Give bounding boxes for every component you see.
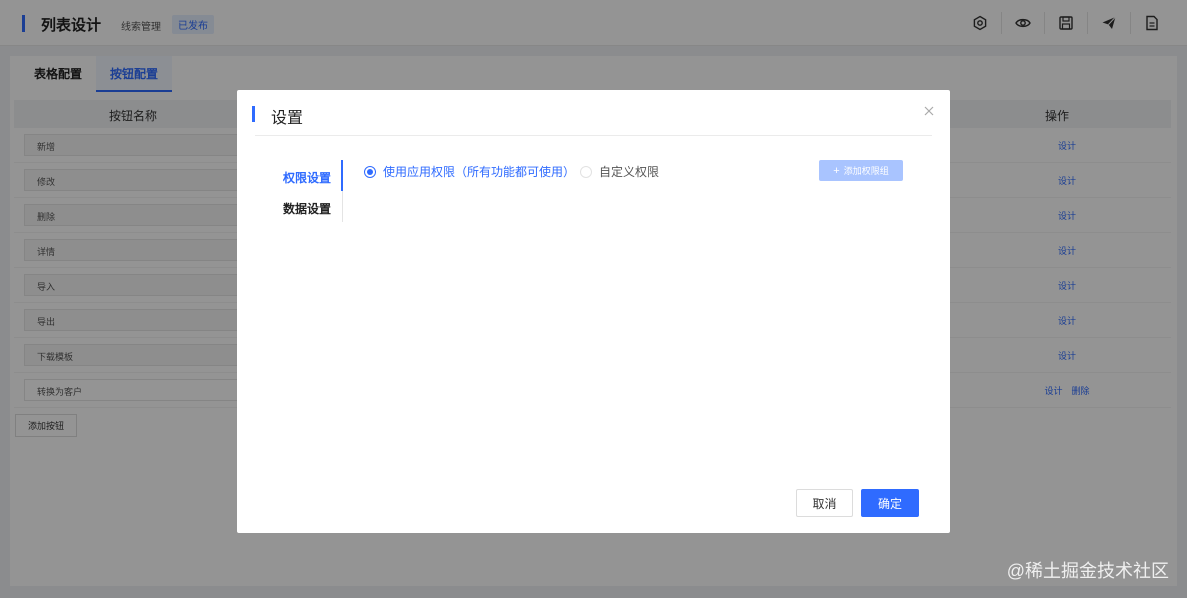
cancel-button[interactable]: 取消 [796,489,853,517]
radio-dot-icon [580,165,592,178]
radio-dot-icon [364,165,376,178]
watermark: @稀土掘金技术社区 [1006,561,1169,581]
add-permission-group-label: 添加权限组 [843,166,889,176]
radio-app-permission[interactable]: 使用应用权限（所有功能都可使用） [364,163,575,180]
side-item-permission[interactable]: 权限设置 [283,169,331,186]
confirm-button[interactable]: 确定 [861,489,919,517]
settings-dialog: 设置 权限设置 数据设置 使用应用权限（所有功能都可使用） 自定义权限 + 添加… [237,90,950,533]
settings-side-nav: 权限设置 数据设置 [277,160,343,222]
radio-app-label: 使用应用权限（所有功能都可使用） [383,165,576,179]
radio-custom-permission[interactable]: 自定义权限 [580,163,659,180]
plus-icon: + [833,164,840,177]
side-item-data[interactable]: 数据设置 [283,200,331,217]
dialog-title-accent [252,106,255,122]
add-permission-group-button[interactable]: + 添加权限组 [819,160,903,181]
dialog-title: 设置 [271,110,304,127]
close-icon[interactable] [924,106,934,116]
radio-custom-label: 自定义权限 [599,165,660,179]
side-active-indicator [341,160,343,191]
dialog-divider [255,135,932,136]
